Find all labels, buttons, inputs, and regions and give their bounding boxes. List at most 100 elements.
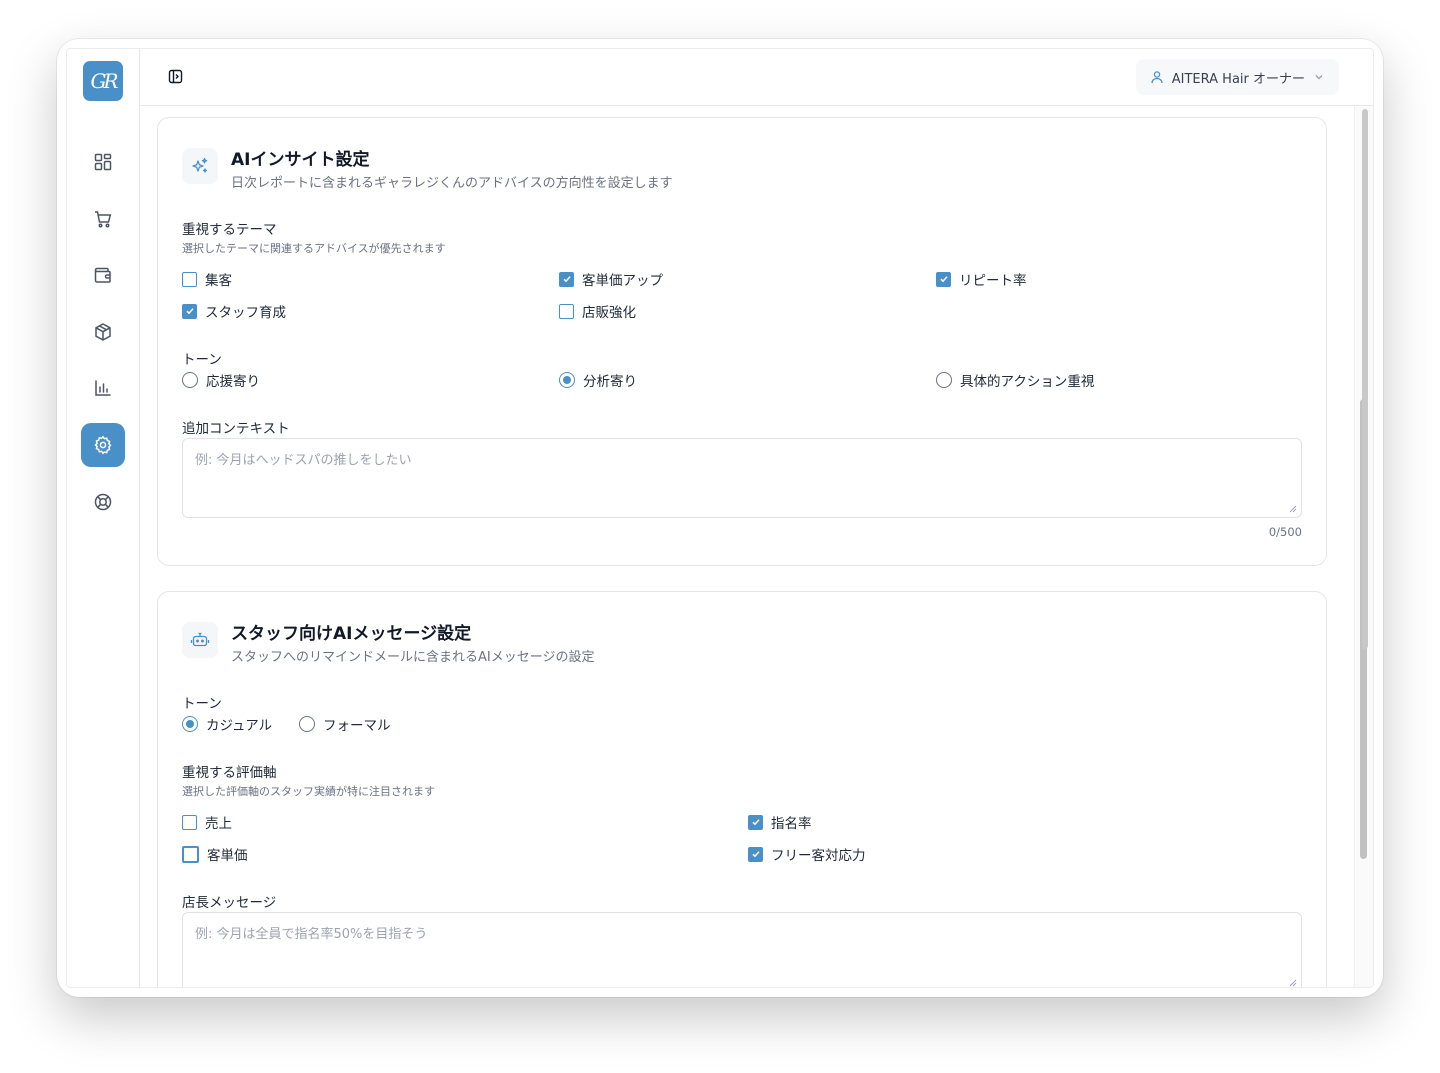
- checkbox-checked[interactable]: [748, 846, 763, 862]
- check-icon: [751, 819, 760, 826]
- checkbox-label: フリー客対応力: [771, 848, 866, 864]
- axis-checkbox-sales[interactable]: 売上: [182, 812, 232, 832]
- user-menu-label: AITERA Hair オーナー: [1171, 71, 1305, 87]
- check-icon: [939, 276, 948, 283]
- axes-hint: 選択した評価軸のスタッフ実績が特に注目されます: [182, 785, 435, 798]
- checkbox-checked[interactable]: [182, 303, 197, 319]
- card-icon-wrap: [182, 622, 218, 658]
- radio-unchecked[interactable]: [182, 372, 198, 388]
- sidebar-item-sales[interactable]: [81, 197, 125, 241]
- logo-text: GR: [90, 69, 118, 93]
- app-window: GR AITERA Hair オーナー AIインサイト設定 日次レポートに含まれ…: [57, 39, 1383, 997]
- app-logo[interactable]: GR: [83, 61, 123, 101]
- radio-label: 分析寄り: [583, 374, 637, 390]
- tone-label: トーン: [182, 352, 222, 368]
- message-placeholder: 例: 今月は全員で指名率50%を目指そう: [195, 927, 428, 942]
- sidebar-item-dashboard[interactable]: [81, 140, 125, 184]
- char-counter: 0/500: [1268, 525, 1302, 539]
- theme-checkbox-retail[interactable]: 店販強化: [559, 301, 636, 321]
- resize-grip-icon[interactable]: [1288, 978, 1297, 987]
- radio-label: フォーマル: [323, 718, 391, 734]
- radio-label: カジュアル: [206, 718, 273, 734]
- context-label: 追加コンテキスト: [182, 421, 290, 437]
- sparkles-icon: [192, 157, 208, 173]
- ai-insight-card: AIインサイト設定 日次レポートに含まれるギャラレジくんのアドバイスの方向性を設…: [157, 117, 1327, 566]
- radio-unchecked[interactable]: [936, 372, 952, 388]
- context-textarea[interactable]: 例: 今月はヘッドスパの推しをしたい: [182, 438, 1302, 518]
- lifebuoy-icon: [94, 493, 112, 511]
- tone-radio-formal[interactable]: フォーマル: [299, 714, 391, 734]
- tone-radio-action[interactable]: 具体的アクション重視: [936, 370, 1094, 390]
- chevron-down-icon: [1315, 75, 1323, 80]
- sidebar-item-settings[interactable]: [81, 423, 125, 467]
- check-icon: [562, 276, 571, 283]
- top-bar: AITERA Hair オーナー: [140, 49, 1373, 106]
- axis-checkbox-nomination[interactable]: 指名率: [748, 812, 812, 832]
- checkbox-label: 店販強化: [582, 305, 636, 321]
- tone-radio-supportive[interactable]: 応援寄り: [182, 370, 260, 390]
- manager-message-textarea[interactable]: 例: 今月は全員で指名率50%を目指そう: [182, 912, 1302, 987]
- theme-checkbox-avg-spend[interactable]: 客単価アップ: [559, 269, 663, 289]
- panel-toggle-icon: [168, 69, 182, 83]
- radio-checked[interactable]: [559, 372, 575, 388]
- card-subtitle: 日次レポートに含まれるギャラレジくんのアドバイスの方向性を設定します: [231, 176, 673, 191]
- bar-chart-icon: [95, 380, 111, 396]
- user-icon: [1151, 71, 1163, 84]
- card-subtitle: スタッフへのリマインドメールに含まれるAIメッセージの設定: [231, 650, 595, 665]
- card-icon-wrap: [182, 148, 218, 184]
- checkbox-label: リピート率: [959, 273, 1027, 289]
- checkbox-checked[interactable]: [936, 271, 951, 287]
- checkbox-label: 集客: [205, 273, 232, 289]
- tone-radio-analytical[interactable]: 分析寄り: [559, 370, 637, 390]
- cart-icon: [95, 211, 112, 228]
- checkbox-unchecked[interactable]: [182, 271, 197, 287]
- gear-icon: [94, 435, 112, 455]
- sidebar-item-wallet[interactable]: [81, 253, 125, 297]
- checkbox-checked[interactable]: [559, 271, 574, 287]
- check-icon: [751, 851, 760, 858]
- tone-label: トーン: [182, 696, 222, 712]
- checkbox-label: 客単価アップ: [582, 273, 663, 289]
- checkbox-label: 指名率: [771, 816, 812, 832]
- checkbox-label: 客単価: [207, 848, 248, 864]
- radio-label: 応援寄り: [206, 374, 260, 390]
- axis-checkbox-walkin[interactable]: フリー客対応力: [748, 844, 866, 864]
- radio-checked[interactable]: [182, 716, 198, 732]
- manager-message-label: 店長メッセージ: [182, 895, 277, 911]
- staff-message-card: スタッフ向けAIメッセージ設定 スタッフへのリマインドメールに含まれるAIメッセ…: [157, 591, 1327, 987]
- window-scrollbar-thumb[interactable]: [1362, 109, 1368, 649]
- checkbox-checked[interactable]: [748, 814, 763, 830]
- themes-label: 重視するテーマ: [182, 222, 277, 238]
- card-title: AIインサイト設定: [231, 150, 370, 170]
- context-placeholder: 例: 今月はヘッドスパの推しをしたい: [195, 453, 412, 468]
- checkbox-unchecked[interactable]: [559, 303, 574, 319]
- settings-content: AIインサイト設定 日次レポートに含まれるギャラレジくんのアドバイスの方向性を設…: [140, 106, 1355, 987]
- box-icon: [95, 323, 111, 341]
- sidebar-item-inventory[interactable]: [81, 310, 125, 354]
- theme-checkbox-acquisition[interactable]: 集客: [182, 269, 232, 289]
- sidebar: GR: [67, 49, 140, 987]
- axes-label: 重視する評価軸: [182, 765, 277, 781]
- checkbox-label: スタッフ育成: [205, 305, 286, 321]
- dashboard-icon: [94, 153, 112, 171]
- checkbox-unchecked[interactable]: [182, 814, 197, 830]
- resize-grip-icon[interactable]: [1288, 504, 1297, 513]
- themes-hint: 選択したテーマに関連するアドバイスが優先されます: [182, 242, 446, 255]
- check-icon: [185, 308, 194, 315]
- tone-radio-casual[interactable]: カジュアル: [182, 714, 272, 734]
- radio-unchecked[interactable]: [299, 716, 315, 732]
- robot-icon: [190, 632, 210, 647]
- checkbox-label: 売上: [205, 816, 232, 832]
- user-menu[interactable]: AITERA Hair オーナー: [1135, 59, 1339, 95]
- axis-checkbox-avg-spend[interactable]: 客単価: [182, 844, 248, 864]
- theme-checkbox-repeat-rate[interactable]: リピート率: [936, 269, 1027, 289]
- sidebar-item-support[interactable]: [81, 480, 125, 524]
- checkbox-unchecked[interactable]: [182, 845, 199, 863]
- sidebar-item-analytics[interactable]: [81, 366, 125, 410]
- sidebar-toggle-button[interactable]: [166, 67, 184, 85]
- radio-label: 具体的アクション重視: [960, 374, 1095, 390]
- card-title: スタッフ向けAIメッセージ設定: [231, 624, 472, 644]
- wallet-icon: [94, 267, 111, 283]
- theme-checkbox-staff-training[interactable]: スタッフ育成: [182, 301, 286, 321]
- app-frame: GR AITERA Hair オーナー AIインサイト設定 日次レポートに含まれ…: [66, 48, 1374, 988]
